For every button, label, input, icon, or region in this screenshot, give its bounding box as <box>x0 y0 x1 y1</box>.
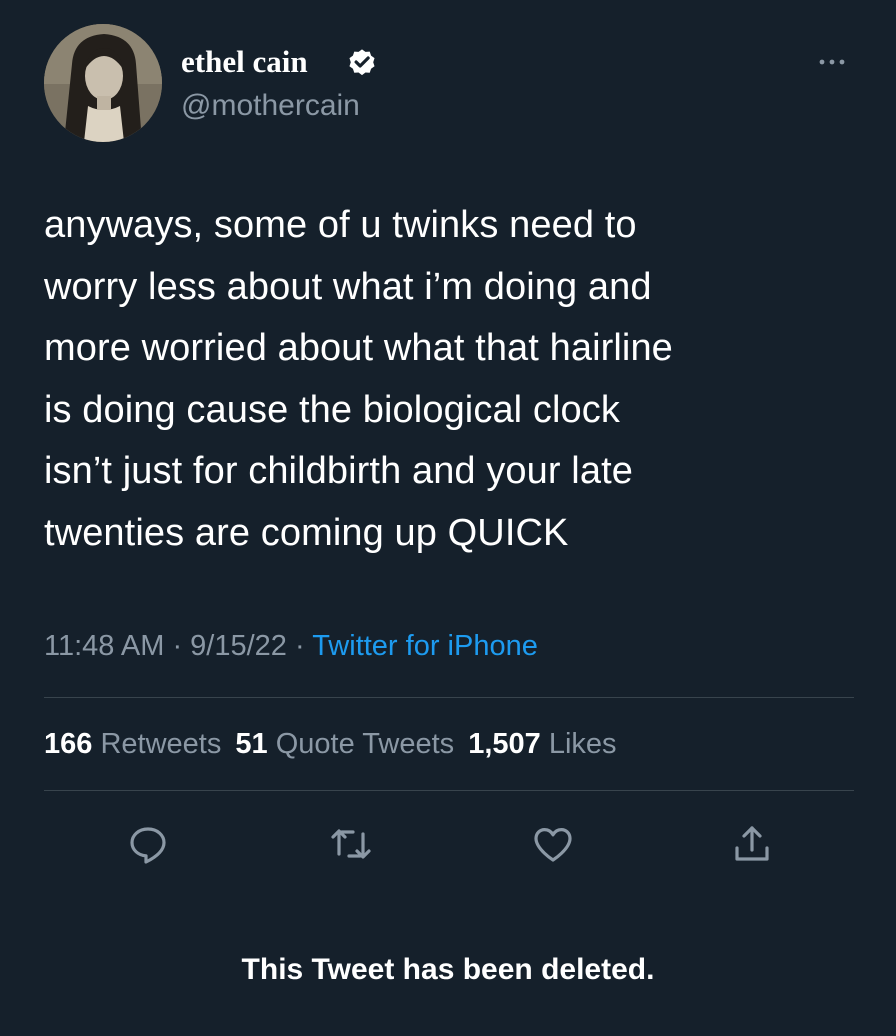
meta-separator: · <box>286 630 313 662</box>
like-icon[interactable] <box>529 820 577 868</box>
quote-tweets-stat[interactable]: 51 Quote Tweets <box>235 728 454 760</box>
divider <box>44 697 854 698</box>
likes-label: Likes <box>548 728 617 760</box>
quotes-label: Quote Tweets <box>275 728 455 760</box>
reply-icon[interactable] <box>124 820 172 868</box>
divider <box>44 790 854 791</box>
more-options-icon[interactable] <box>814 52 850 72</box>
tweet-text: anyways, some of u twinks need to worry … <box>44 195 864 564</box>
retweet-icon[interactable] <box>327 820 375 868</box>
tweet-metadata: 11:48 AM · 9/15/22 · Twitter for iPhone <box>44 626 538 666</box>
quotes-count: 51 <box>235 728 268 760</box>
likes-count: 1,507 <box>468 728 541 760</box>
tweet-detail: ethel cain @mothercain anyways, some of … <box>0 0 896 1036</box>
tweet-time[interactable]: 11:48 AM <box>44 630 164 662</box>
retweets-count: 166 <box>44 728 93 760</box>
tweet-date[interactable]: 9/15/22 <box>190 630 287 662</box>
author-display-name[interactable]: ethel cain <box>181 44 308 80</box>
retweets-stat[interactable]: 166 Retweets <box>44 728 221 760</box>
likes-stat[interactable]: 1,507 Likes <box>468 728 616 760</box>
meta-separator: · <box>164 630 191 662</box>
deleted-notice: This Tweet has been deleted. <box>241 953 655 986</box>
retweets-label: Retweets <box>100 728 222 760</box>
tweet-text-line: more worried about what that hairline <box>44 327 673 369</box>
verified-badge-icon <box>349 49 375 76</box>
tweet-text-line: worry less about what i’m doing and <box>44 265 652 308</box>
avatar-photo <box>44 24 162 142</box>
tweet-stats: 166 Retweets 51 Quote Tweets 1,507 Likes <box>44 724 623 764</box>
tweet-text-line: isn’t just for childbirth and your late <box>44 450 633 492</box>
tweet-text-line: twenties are coming up QUICK <box>44 511 569 554</box>
tweet-text-line: anyways, some of u twinks need to <box>44 204 637 246</box>
share-icon[interactable] <box>728 820 776 868</box>
author-handle[interactable]: @mothercain <box>181 88 360 124</box>
tweet-source-link[interactable]: Twitter for iPhone <box>312 630 538 662</box>
avatar[interactable] <box>44 24 162 142</box>
tweet-text-line: is doing cause the biological clock <box>44 388 620 431</box>
